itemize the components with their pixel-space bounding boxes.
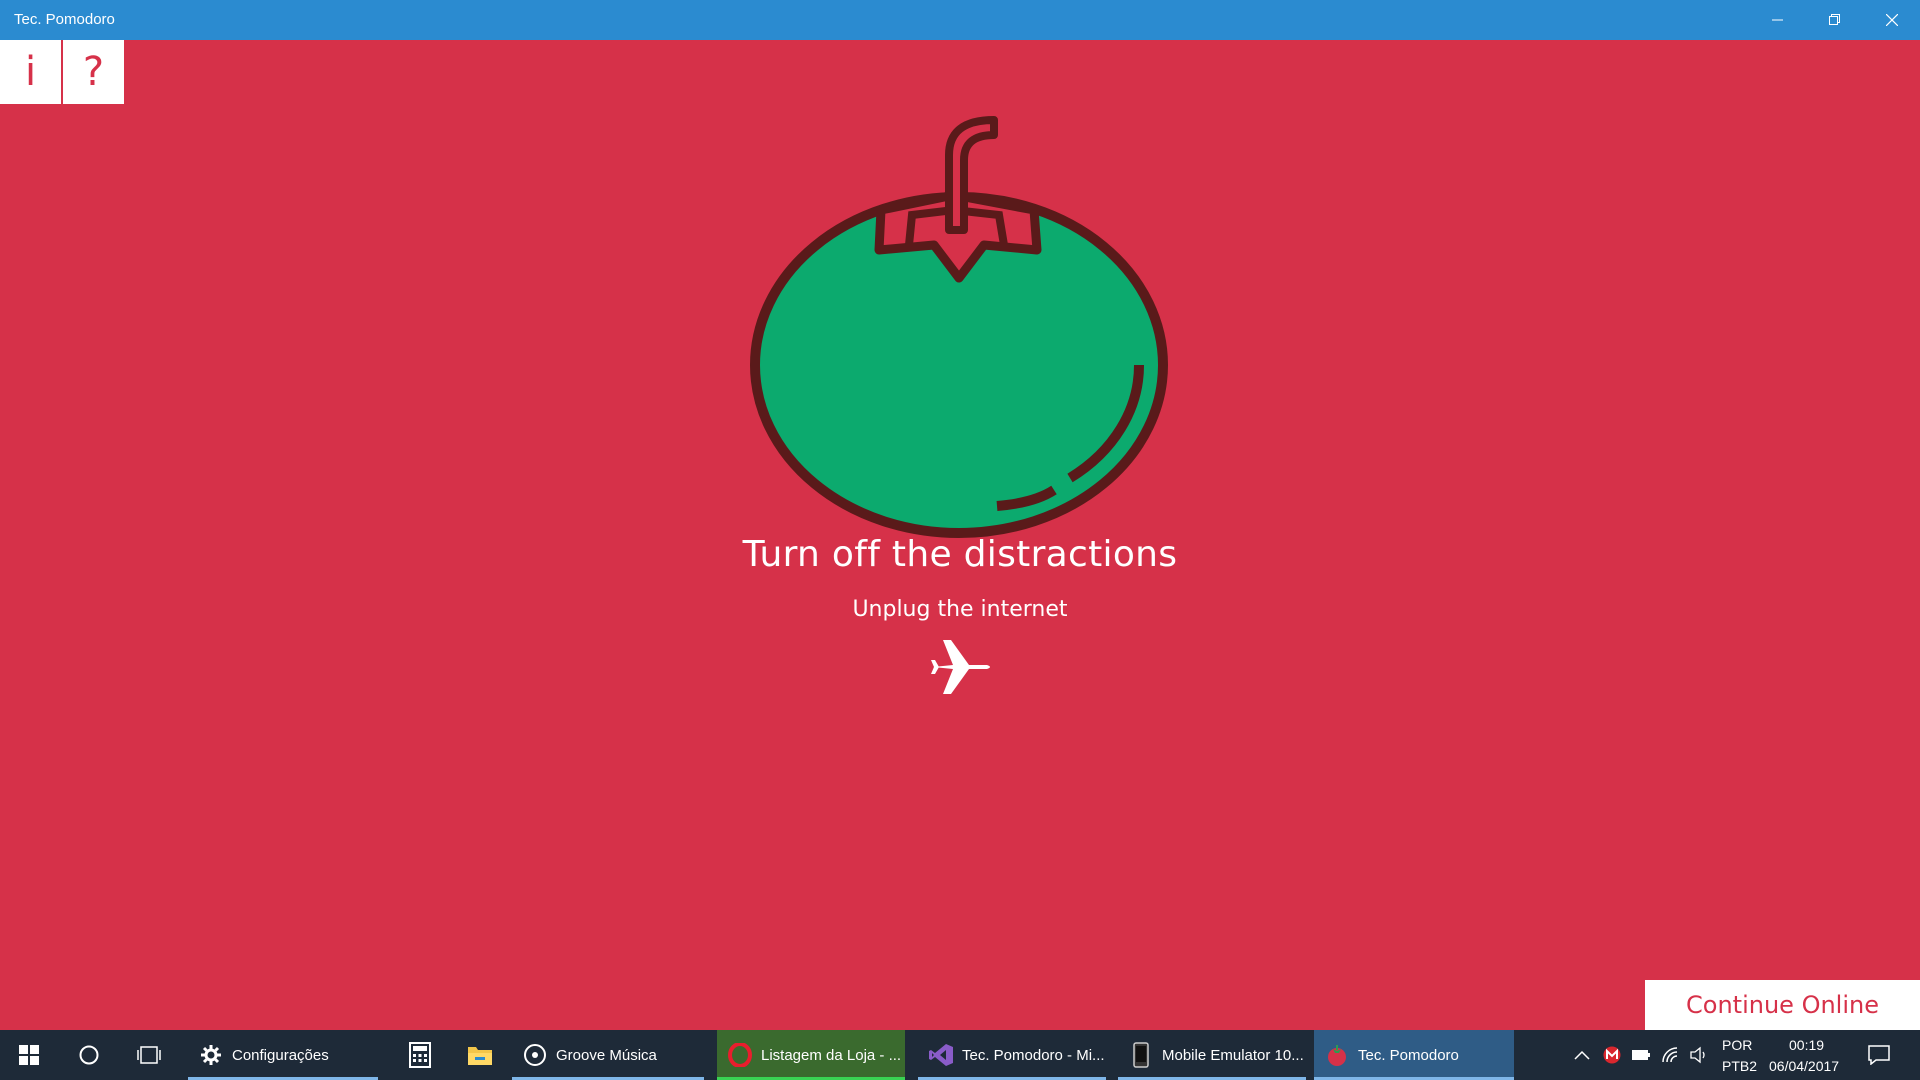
taskbar-item-label: Listagem da Loja - ... <box>761 1046 902 1064</box>
speaker-icon <box>1690 1046 1705 1064</box>
headline: Turn off the distractions <box>742 534 1178 575</box>
tomato-icon <box>1324 1042 1350 1068</box>
taskbar-item-opera[interactable]: Listagem da Loja - ... <box>717 1030 905 1080</box>
groove-music-icon <box>522 1042 548 1068</box>
chevron-up-icon <box>1574 1050 1590 1060</box>
volume-button[interactable] <box>1688 1044 1710 1066</box>
app-content: i ? Turn off the distractions Unplug the… <box>0 40 1920 1030</box>
battery-button[interactable] <box>1630 1044 1652 1066</box>
restore-icon <box>1828 14 1840 25</box>
taskbar: Configurações Groove Música Listagem da … <box>0 1030 1920 1080</box>
tomato-icon <box>750 116 1168 538</box>
minimize-button[interactable] <box>1749 0 1806 40</box>
visual-studio-icon <box>928 1042 954 1068</box>
close-button[interactable] <box>1863 0 1920 40</box>
mega-icon <box>1603 1046 1621 1064</box>
network-button[interactable] <box>1660 1044 1682 1066</box>
action-center-button[interactable] <box>1868 1044 1890 1066</box>
show-hidden-icons-button[interactable] <box>1571 1044 1593 1066</box>
help-button[interactable]: ? <box>63 40 124 104</box>
calculator-icon <box>407 1042 433 1068</box>
clock-time[interactable]: 00:19 <box>1789 1037 1824 1053</box>
notification-icon <box>1868 1045 1890 1065</box>
opera-icon <box>727 1042 753 1068</box>
start-button[interactable] <box>0 1030 58 1080</box>
window-title: Tec. Pomodoro <box>14 11 115 28</box>
input-language-top[interactable]: POR <box>1722 1037 1752 1053</box>
taskbar-item-label: Groove Música <box>556 1046 657 1064</box>
taskbar-item-visual-studio[interactable]: Tec. Pomodoro - Mi... <box>918 1030 1106 1080</box>
cortana-button[interactable] <box>60 1030 118 1080</box>
restore-button[interactable] <box>1806 0 1863 40</box>
title-bar: Tec. Pomodoro <box>0 0 1920 40</box>
folder-icon <box>467 1042 493 1068</box>
taskbar-item-label: Mobile Emulator 10... <box>1162 1046 1304 1064</box>
clock-date[interactable]: 06/04/2017 <box>1769 1058 1839 1074</box>
phone-icon <box>1128 1042 1154 1068</box>
taskbar-item-label: Tec. Pomodoro - Mi... <box>962 1046 1105 1064</box>
taskbar-item-groove[interactable]: Groove Música <box>512 1030 704 1080</box>
gear-icon <box>198 1042 224 1068</box>
info-button[interactable]: i <box>0 40 61 104</box>
close-icon <box>1885 14 1898 26</box>
taskbar-item-label: Tec. Pomodoro <box>1358 1046 1459 1064</box>
windows-start-icon <box>19 1045 39 1065</box>
task-view-icon <box>137 1046 161 1064</box>
taskbar-item-mobile-emulator[interactable]: Mobile Emulator 10... <box>1118 1030 1306 1080</box>
subline: Unplug the internet <box>852 597 1068 622</box>
airplane-icon[interactable] <box>925 632 995 702</box>
mega-tray-button[interactable] <box>1601 1044 1623 1066</box>
input-language-bottom[interactable]: PTB2 <box>1722 1058 1757 1074</box>
cortana-circle-icon <box>79 1045 99 1065</box>
continue-online-button[interactable]: Continue Online <box>1645 980 1920 1030</box>
wifi-icon <box>1662 1047 1678 1063</box>
minimize-icon <box>1771 19 1783 21</box>
taskbar-item-explorer[interactable] <box>451 1030 509 1080</box>
taskbar-item-calculator[interactable] <box>391 1030 449 1080</box>
battery-icon <box>1632 1050 1650 1060</box>
task-view-button[interactable] <box>120 1030 178 1080</box>
taskbar-item-configuracoes[interactable]: Configurações <box>188 1030 378 1080</box>
taskbar-item-tec-pomodoro[interactable]: Tec. Pomodoro <box>1314 1030 1514 1080</box>
taskbar-item-label: Configurações <box>232 1046 329 1064</box>
